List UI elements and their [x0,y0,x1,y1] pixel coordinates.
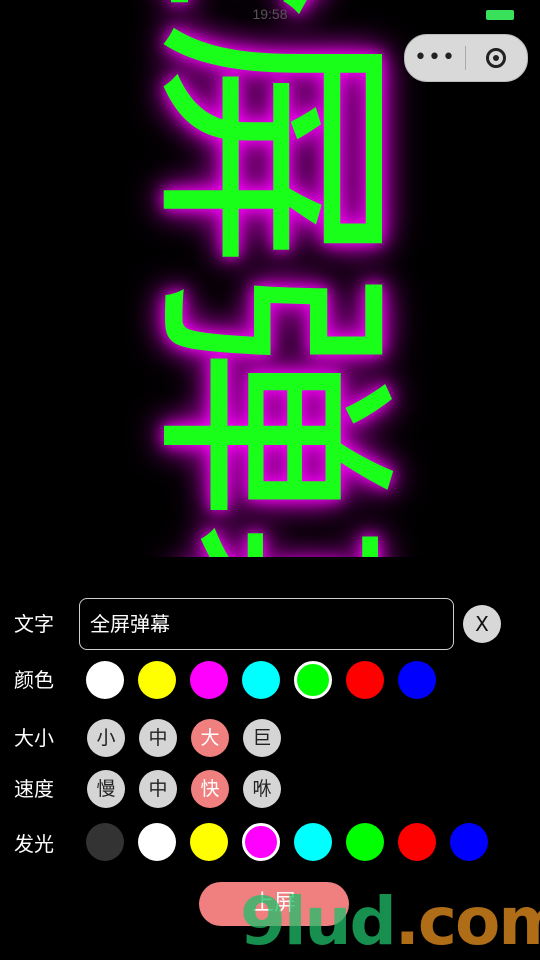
color-label: 颜色 [14,668,54,692]
speed-option-3[interactable]: 咻 [243,770,281,808]
close-miniprogram-button[interactable] [466,48,526,68]
glow-swatch-7[interactable] [450,823,488,861]
text-label: 文字 [14,612,54,636]
speed-option-1[interactable]: 中 [139,770,177,808]
speed-option-0[interactable]: 慢 [87,770,125,808]
color-swatch-6[interactable] [398,661,436,699]
miniprogram-capsule: ••• [404,34,528,82]
color-swatch-2[interactable] [190,661,228,699]
color-swatch-0[interactable] [86,661,124,699]
glow-swatch-0[interactable] [86,823,124,861]
color-swatch-3[interactable] [242,661,280,699]
glow-swatch-4[interactable] [294,823,332,861]
size-label: 大小 [14,726,54,750]
clear-text-button[interactable]: X [463,605,501,643]
glow-swatch-6[interactable] [398,823,436,861]
status-time: 19:58 [252,6,288,22]
color-swatch-4[interactable] [294,661,332,699]
close-target-icon [486,48,506,68]
speed-label: 速度 [14,777,54,801]
glow-swatch-5[interactable] [346,823,384,861]
watermark-logo: 9lud.com [240,883,540,960]
size-option-1[interactable]: 中 [139,719,177,757]
danmaku-text: 全屏弹幕 [125,0,416,557]
glow-swatch-3[interactable] [242,823,280,861]
color-swatch-1[interactable] [138,661,176,699]
glow-swatch-2[interactable] [190,823,228,861]
size-option-2[interactable]: 大 [191,719,229,757]
more-menu-icon[interactable]: ••• [405,35,465,81]
danmaku-text-input[interactable]: 全屏弹幕 [79,598,454,650]
speed-option-2[interactable]: 快 [191,770,229,808]
battery-icon [486,10,514,20]
color-swatch-5[interactable] [346,661,384,699]
glow-swatch-1[interactable] [138,823,176,861]
size-option-3[interactable]: 巨 [243,719,281,757]
size-option-0[interactable]: 小 [87,719,125,757]
danmaku-preview: 全屏弹幕 [0,0,540,557]
glow-label: 发光 [14,832,54,856]
